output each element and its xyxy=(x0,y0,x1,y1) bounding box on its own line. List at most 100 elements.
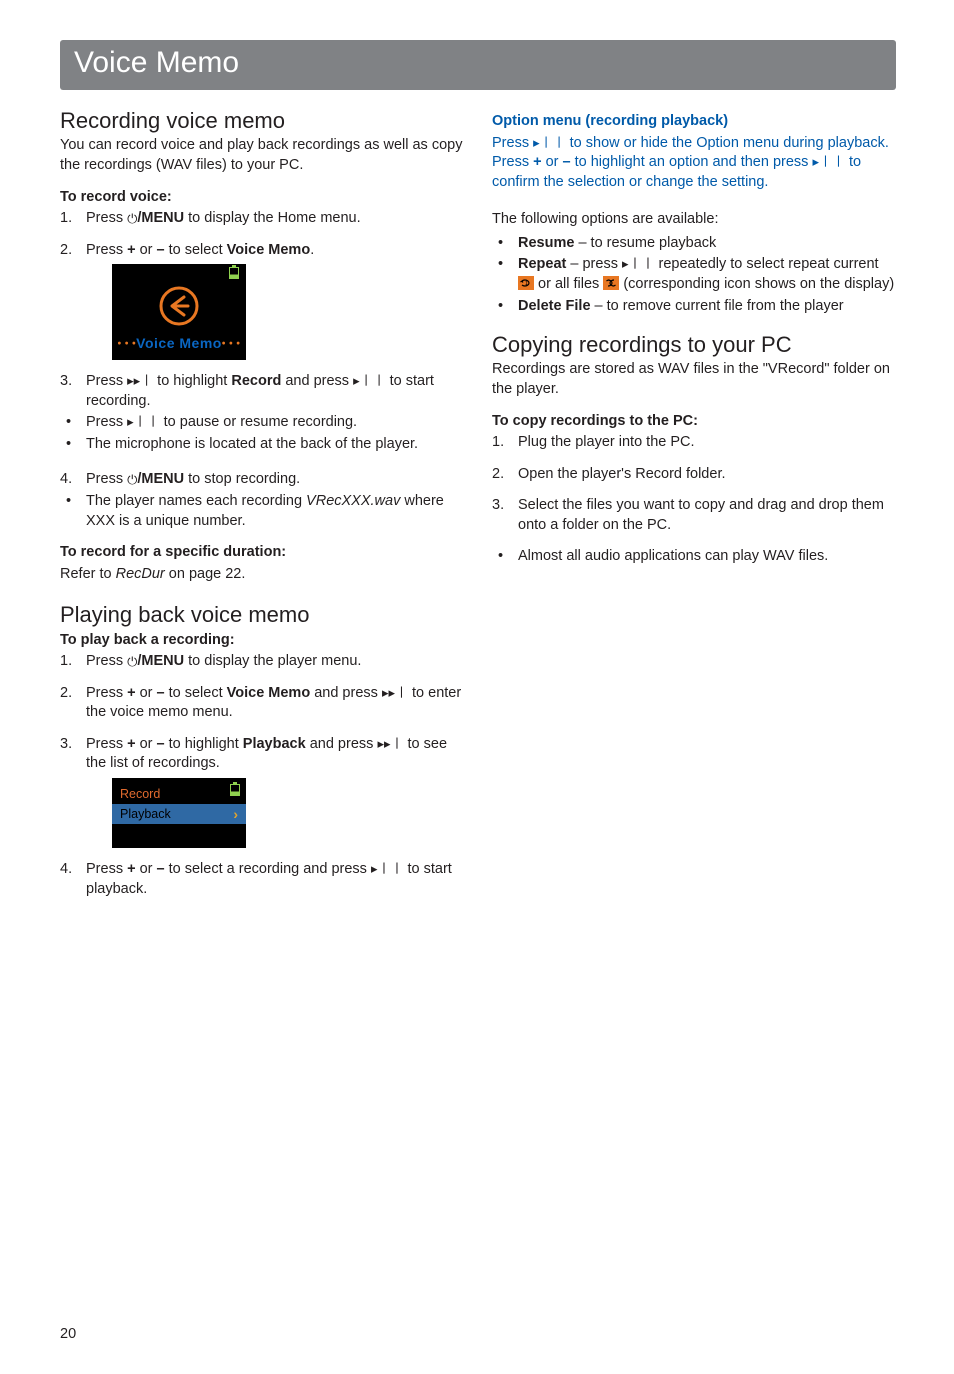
step-text: or xyxy=(136,685,157,701)
plus-key: + xyxy=(533,154,541,170)
heading-recording: Recording voice memo xyxy=(60,108,464,134)
battery-icon xyxy=(229,265,239,279)
note-text: to pause or resume recording. xyxy=(160,414,357,430)
step-text: and press xyxy=(281,373,353,389)
step-text: to select xyxy=(165,242,227,258)
step-number: 4. xyxy=(60,860,72,880)
page-title-bar: Voice Memo xyxy=(60,40,896,90)
step-text: Press xyxy=(86,373,127,389)
refer-text: Refer to xyxy=(60,566,116,582)
page-number: 20 xyxy=(60,1326,76,1342)
step-text: to display the player menu. xyxy=(184,653,361,669)
minus-key: – xyxy=(157,736,165,752)
note-wav-apps: Almost all audio applications can play W… xyxy=(492,547,896,567)
step-text: Press xyxy=(86,861,127,877)
refer-text: on page 22. xyxy=(165,566,246,582)
step-number: 1. xyxy=(60,652,72,672)
step-text: to highlight xyxy=(153,373,231,389)
note-pause: Press ▸〡〡 to pause or resume recording. xyxy=(60,413,464,433)
record-notes: Press ▸〡〡 to pause or resume recording. … xyxy=(60,413,464,454)
step-text: and press xyxy=(310,685,382,701)
copy-notes: Almost all audio applications can play W… xyxy=(492,547,896,567)
list-item-record: Record xyxy=(112,784,246,804)
desc-text: or xyxy=(542,154,563,170)
right-column: Option menu (recording playback) Press ▸… xyxy=(492,108,896,911)
heading-copying: Copying recordings to your PC xyxy=(492,332,896,358)
fast-forward-icon: ▸▸〡 xyxy=(127,372,153,390)
step-number: 3. xyxy=(492,496,504,516)
label-to-copy: To copy recordings to the PC: xyxy=(492,412,896,432)
step-number: 3. xyxy=(60,372,72,392)
step-text: Press xyxy=(86,736,127,752)
record-step-2: 2. Press + or – to select Voice Memo. xyxy=(60,241,464,361)
list-item-label: Playback xyxy=(120,806,171,822)
step-text: to select xyxy=(165,685,227,701)
copy-step-1: 1. Plug the player into the PC. xyxy=(492,433,896,453)
step-number: 2. xyxy=(60,241,72,261)
option-text: – press xyxy=(566,256,622,272)
step-text: to display the Home menu. xyxy=(184,210,361,226)
play-pause-icon: ▸〡〡 xyxy=(533,134,566,152)
step-text: to stop recording. xyxy=(184,471,300,487)
desc-text: Press xyxy=(492,135,533,151)
play-pause-icon: ▸〡〡 xyxy=(622,255,655,273)
step-text: or xyxy=(136,736,157,752)
record-steps: 1. Press ⏻/MENU to display the Home menu… xyxy=(60,209,464,411)
play-pause-icon: ▸〡〡 xyxy=(127,413,160,431)
list-item-playback: Playback › xyxy=(112,804,246,824)
following-options: The following options are available: xyxy=(492,210,896,230)
step-number: 2. xyxy=(60,684,72,704)
step-text: to highlight xyxy=(165,736,243,752)
record-step-3: 3. Press ▸▸〡 to highlight Record and pre… xyxy=(60,372,464,411)
option-name: Resume xyxy=(518,235,574,251)
step-number: 1. xyxy=(60,209,72,229)
note-text: Press xyxy=(86,414,127,430)
option-text: or all files xyxy=(534,276,603,292)
note-filename: The player names each recording VRecXXX.… xyxy=(60,492,464,531)
filename-italic: VRecXXX.wav xyxy=(306,493,400,509)
options-list: Resume – to resume playback Repeat – pre… xyxy=(492,234,896,316)
step-text: Open the player's Record folder. xyxy=(518,466,726,482)
menu-bold: /MENU xyxy=(137,653,184,669)
fast-forward-icon: ▸▸〡 xyxy=(382,684,408,702)
step-text: Select the files you want to copy and dr… xyxy=(518,497,884,533)
repeat-one-icon: 1 xyxy=(518,276,534,290)
voice-memo-bold: Voice Memo xyxy=(227,685,311,701)
label-to-record-voice: To record voice: xyxy=(60,188,464,208)
option-text: – to resume playback xyxy=(574,235,716,251)
copy-intro: Recordings are stored as WAV files in th… xyxy=(492,360,896,399)
record-bold: Record xyxy=(231,373,281,389)
minus-key: – xyxy=(157,685,165,701)
step-text: Press xyxy=(86,471,127,487)
plus-key: + xyxy=(127,736,135,752)
label-option-menu: Option menu (recording playback) xyxy=(492,112,896,132)
back-arrow-icon xyxy=(113,285,245,334)
play-pause-icon: ▸〡〡 xyxy=(812,153,845,171)
playback-step-3: 3. Press + or – to highlight Playback an… xyxy=(60,735,464,848)
note-microphone: The microphone is located at the back of… xyxy=(60,435,464,455)
left-column: Recording voice memo You can record voic… xyxy=(60,108,464,911)
play-pause-icon: ▸〡〡 xyxy=(371,860,404,878)
option-repeat: Repeat – press ▸〡〡 repeatedly to select … xyxy=(492,255,896,294)
content-columns: Recording voice memo You can record voic… xyxy=(60,108,896,911)
option-resume: Resume – to resume playback xyxy=(492,234,896,254)
record-steps-cont: 4. Press ⏻/MENU to stop recording. xyxy=(60,470,464,490)
home-screen-label: • • •Voice Memo• • • xyxy=(113,334,245,353)
playback-list-figure: Record Playback › xyxy=(112,778,246,848)
copy-step-3: 3. Select the files you want to copy and… xyxy=(492,496,896,535)
option-text: repeatedly to select repeat current xyxy=(655,256,879,272)
option-name: Repeat xyxy=(518,256,566,272)
copy-steps: 1. Plug the player into the PC. 2. Open … xyxy=(492,433,896,535)
playback-steps: 1. Press ⏻/MENU to display the player me… xyxy=(60,652,464,899)
menu-bold: /MENU xyxy=(137,210,184,226)
power-icon: ⏻ xyxy=(127,210,137,228)
option-menu-desc: Press ▸〡〡 to show or hide the Option men… xyxy=(492,134,896,193)
desc-text: to highlight an option and then press xyxy=(571,154,813,170)
option-text: – to remove current file from the player xyxy=(591,298,844,314)
voice-memo-bold: Voice Memo xyxy=(227,242,311,258)
step-text: . xyxy=(310,242,314,258)
power-icon: ⏻ xyxy=(127,471,137,489)
step-number: 4. xyxy=(60,470,72,490)
minus-key: – xyxy=(563,154,571,170)
fast-forward-icon: ▸▸〡 xyxy=(377,735,403,753)
